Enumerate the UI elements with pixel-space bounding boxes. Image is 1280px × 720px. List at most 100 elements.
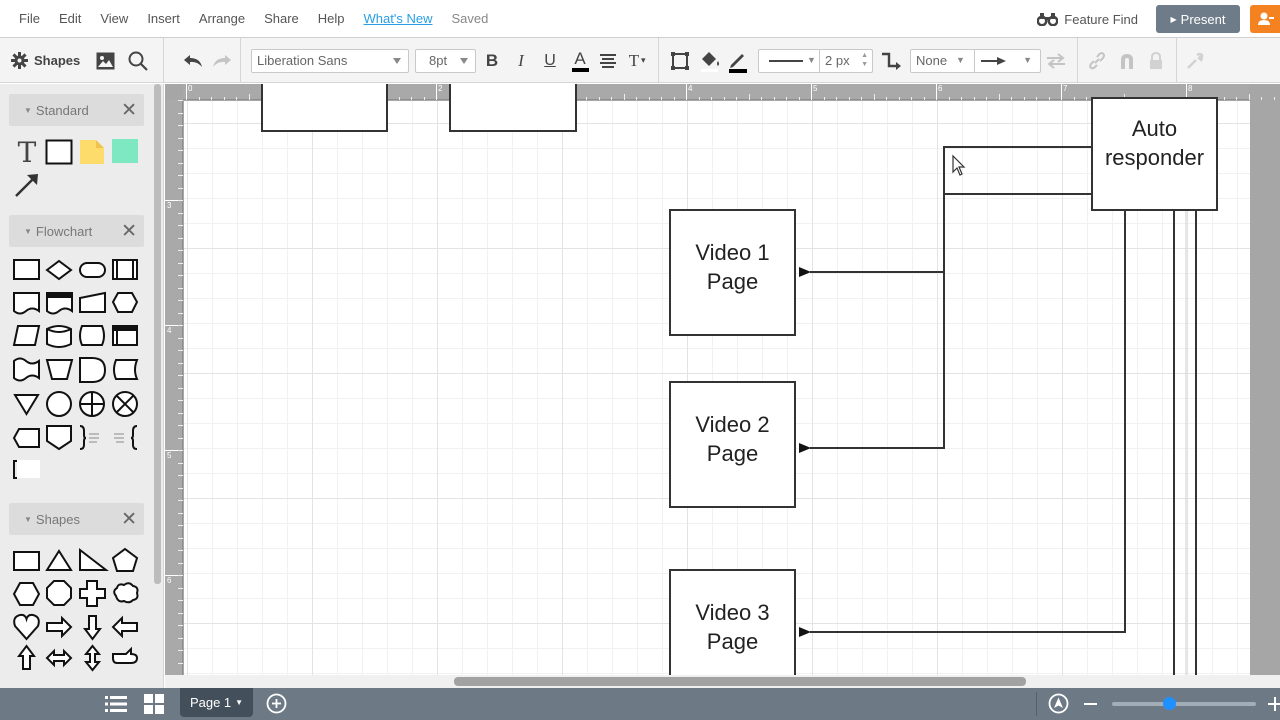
link-icon — [1089, 51, 1105, 69]
text-tool-icon: T — [17, 135, 37, 169]
grid-view-button[interactable] — [144, 694, 164, 719]
shape-display — [12, 428, 40, 448]
font-size-select[interactable]: 8pt — [415, 48, 476, 73]
connector-to-video2 — [799, 272, 945, 453]
line-start-value: None — [916, 53, 948, 68]
redo-button[interactable] — [212, 38, 232, 83]
close-icon[interactable]: ✕ — [121, 220, 137, 243]
zoom-slider-track[interactable] — [1112, 702, 1256, 706]
lock-icon — [1150, 51, 1162, 69]
shapes-label: Shapes — [34, 53, 81, 68]
line-color-button[interactable] — [728, 38, 748, 83]
undo-icon — [184, 54, 202, 67]
menu-view[interactable]: View — [100, 11, 128, 26]
font-color-button[interactable]: A — [569, 38, 591, 83]
toolbar: Shapes Liberation Sans 8pt B I U A T ▾ ▼… — [0, 38, 1280, 83]
rectangle-icon — [45, 139, 73, 165]
panel-header-shapes[interactable]: ▼ Shapes ✕ — [9, 503, 144, 535]
shape-arrow-line[interactable] — [12, 170, 42, 200]
whats-new-link[interactable]: What's New — [364, 11, 433, 26]
shape-merge — [13, 394, 40, 416]
page-tab[interactable]: Page 1 ▼ — [180, 688, 253, 717]
binoculars-icon — [1037, 13, 1059, 26]
close-icon[interactable]: ✕ — [121, 508, 137, 531]
panel-header-standard[interactable]: ▼ Standard ✕ — [9, 94, 144, 126]
shape-terminator — [79, 262, 106, 278]
fill-color-button[interactable] — [699, 38, 721, 83]
lock-button[interactable] — [1148, 38, 1164, 83]
present-button[interactable]: ▶ Present — [1156, 5, 1240, 33]
chevron-down-icon — [393, 57, 401, 64]
swap-endpoints-button[interactable] — [1046, 38, 1066, 83]
insert-image-button[interactable] — [96, 52, 115, 70]
node-label-line: Page — [706, 441, 759, 466]
text-align-button[interactable] — [599, 38, 617, 83]
plus-icon — [1268, 697, 1280, 711]
canvas-area[interactable]: 012345678 3456 — [165, 84, 1280, 688]
node-video2[interactable]: Video 2 Page — [670, 410, 795, 468]
menu-arrange[interactable]: Arrange — [199, 11, 245, 26]
close-icon[interactable]: ✕ — [121, 99, 137, 122]
chevron-down-icon[interactable]: ▼ — [235, 698, 243, 707]
undo-button[interactable] — [183, 38, 203, 83]
menu-share[interactable]: Share — [264, 11, 299, 26]
line-style-select[interactable]: ▼ 2 px ▲ ▼ — [758, 48, 873, 73]
menu-insert[interactable]: Insert — [147, 11, 180, 26]
font-family-select[interactable]: Liberation Sans — [251, 48, 409, 73]
play-icon: ▶ — [1170, 14, 1177, 24]
navigate-button[interactable] — [1048, 693, 1069, 719]
horizontal-scrollbar[interactable] — [454, 677, 1026, 686]
sticky-note-icon — [80, 140, 104, 164]
link-button[interactable] — [1088, 38, 1106, 83]
wrench-button[interactable] — [1186, 38, 1204, 83]
add-page-button[interactable] — [266, 693, 287, 719]
image-icon — [96, 52, 115, 69]
search-shapes-button[interactable] — [128, 51, 149, 71]
line-arrow-icon — [15, 174, 38, 197]
shape-text[interactable]: T — [12, 135, 42, 169]
node-video3[interactable]: Video 3 Page — [670, 598, 795, 656]
magnet-button[interactable] — [1118, 38, 1136, 83]
partial-box-1[interactable] — [261, 84, 388, 132]
zoom-out-button[interactable] — [1084, 703, 1097, 705]
chevron-down-icon: ▼ — [24, 105, 32, 115]
shape-arrow-left-right — [45, 648, 73, 668]
shape-rectangle[interactable] — [44, 137, 74, 167]
italic-button[interactable]: I — [510, 51, 532, 71]
menu-edit[interactable]: Edit — [59, 11, 81, 26]
line-endpoints-select[interactable]: None ▼ ▼ — [910, 48, 1041, 73]
shape-arrow-up — [17, 644, 36, 670]
shape-note[interactable] — [77, 137, 107, 167]
bottom-bar: Page 1 ▼ — [0, 688, 1280, 720]
node-video1[interactable]: Video 1 Page — [670, 238, 795, 296]
panel-header-flowchart[interactable]: ▼ Flowchart ✕ — [9, 215, 144, 247]
sidebar-scrollbar[interactable] — [154, 84, 161, 584]
shape-hexagon — [12, 582, 41, 606]
share-button[interactable] — [1250, 5, 1280, 33]
node-label-line: Video 2 — [695, 412, 770, 437]
feature-find-button[interactable]: Feature Find — [1037, 12, 1138, 27]
magnet-icon — [1121, 53, 1133, 69]
shape-style-button[interactable] — [670, 38, 690, 83]
connector-type-button[interactable] — [880, 38, 902, 83]
shape-colored-block[interactable] — [110, 137, 140, 167]
shapes-settings-button[interactable]: Shapes — [11, 52, 80, 69]
stepper-icon[interactable]: ▲ ▼ — [861, 51, 868, 69]
partial-box-2[interactable] — [449, 84, 577, 132]
toolbar-divider — [1077, 38, 1078, 83]
menu-file[interactable]: File — [19, 11, 40, 26]
zoom-slider-handle[interactable] — [1163, 697, 1177, 710]
shape-cloud — [113, 582, 139, 604]
bold-button[interactable]: B — [481, 51, 503, 71]
zoom-in-button[interactable] — [1268, 697, 1280, 716]
underline-button[interactable]: U — [539, 52, 561, 70]
text-options-button[interactable]: T ▾ — [627, 38, 646, 83]
shape-connector — [46, 391, 72, 417]
list-view-button[interactable] — [105, 695, 127, 718]
menu-help[interactable]: Help — [318, 11, 345, 26]
shape-manual-operation — [45, 359, 74, 380]
node-autoresponder[interactable]: Auto responder — [1092, 114, 1217, 172]
swap-icon — [1047, 52, 1065, 69]
toolbar-divider — [240, 38, 241, 83]
connector-to-video1 — [799, 194, 945, 277]
